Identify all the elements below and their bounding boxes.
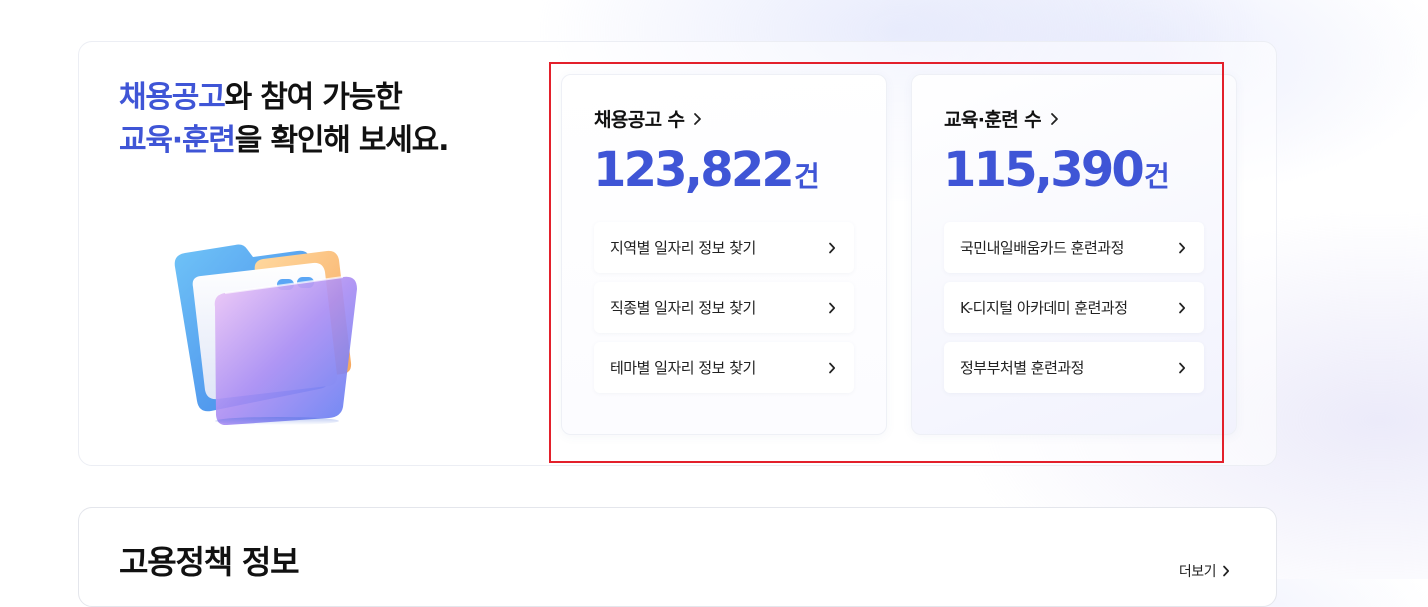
link-region-jobs[interactable]: 지역별 일자리 정보 찾기 xyxy=(594,222,854,273)
chevron-right-icon xyxy=(1222,565,1230,577)
employment-policy-panel: 고용정책 정보 더보기 xyxy=(78,507,1277,607)
link-label: 직종별 일자리 정보 찾기 xyxy=(610,299,756,317)
hero-panel: 채용공고와 참여 가능한 교육·훈련을 확인해 보세요. 채용공고 수 123,… xyxy=(78,41,1277,466)
training-card: 교육·훈련 수 115,390 건 국민내일배움카드 훈련과정 K-디지털 아카… xyxy=(911,74,1237,435)
more-link[interactable]: 더보기 xyxy=(1179,561,1230,581)
link-label: 지역별 일자리 정보 찾기 xyxy=(610,239,756,257)
job-postings-count: 123,822 건 xyxy=(593,141,820,199)
link-occupation-jobs[interactable]: 직종별 일자리 정보 찾기 xyxy=(594,282,854,333)
training-links: 국민내일배움카드 훈련과정 K-디지털 아카데미 훈련과정 정부부처별 훈련과정 xyxy=(944,222,1204,402)
job-postings-label: 채용공고 수 xyxy=(594,109,685,131)
hero-title-text-2: 을 확인해 보세요. xyxy=(234,123,450,158)
more-label: 더보기 xyxy=(1178,564,1217,580)
training-count: 115,390 건 xyxy=(943,141,1170,199)
job-postings-number: 123,822 xyxy=(593,142,795,198)
chevron-right-icon xyxy=(1178,362,1186,374)
job-postings-count-link[interactable]: 채용공고 수 xyxy=(594,105,702,132)
link-theme-jobs[interactable]: 테마별 일자리 정보 찾기 xyxy=(594,342,854,393)
link-ministry-courses[interactable]: 정부부처별 훈련과정 xyxy=(944,342,1204,393)
training-count-link[interactable]: 교육·훈련 수 xyxy=(944,105,1059,132)
chevron-right-icon xyxy=(693,112,702,126)
job-search-links: 지역별 일자리 정보 찾기 직종별 일자리 정보 찾기 테마별 일자리 정보 찾… xyxy=(594,222,854,402)
link-label: K-디지털 아카데미 훈련과정 xyxy=(960,299,1128,317)
hero-title-accent-jobs: 채용공고 xyxy=(119,80,226,115)
chevron-right-icon xyxy=(1050,112,1059,126)
chevron-right-icon xyxy=(828,362,836,374)
training-unit: 건 xyxy=(1144,160,1170,193)
chevron-right-icon xyxy=(1178,302,1186,314)
link-k-digital-courses[interactable]: K-디지털 아카데미 훈련과정 xyxy=(944,282,1204,333)
folder-icon xyxy=(167,225,379,426)
link-label: 정부부처별 훈련과정 xyxy=(960,359,1084,377)
hero-title-text-1: 와 참여 가능한 xyxy=(224,80,403,115)
job-postings-unit: 건 xyxy=(794,160,820,193)
link-label: 테마별 일자리 정보 찾기 xyxy=(610,359,756,377)
training-number: 115,390 xyxy=(943,142,1145,198)
hero-title: 채용공고와 참여 가능한 교육·훈련을 확인해 보세요. xyxy=(119,76,450,162)
chevron-right-icon xyxy=(1178,242,1186,254)
chevron-right-icon xyxy=(828,302,836,314)
link-naeil-card-courses[interactable]: 국민내일배움카드 훈련과정 xyxy=(944,222,1204,273)
job-postings-card: 채용공고 수 123,822 건 지역별 일자리 정보 찾기 직종별 일자리 정… xyxy=(561,74,887,435)
policy-title: 고용정책 정보 xyxy=(119,543,300,581)
training-label: 교육·훈련 수 xyxy=(944,109,1042,131)
chevron-right-icon xyxy=(828,242,836,254)
link-label: 국민내일배움카드 훈련과정 xyxy=(960,239,1124,257)
hero-title-accent-edu: 교육·훈련 xyxy=(119,123,236,158)
